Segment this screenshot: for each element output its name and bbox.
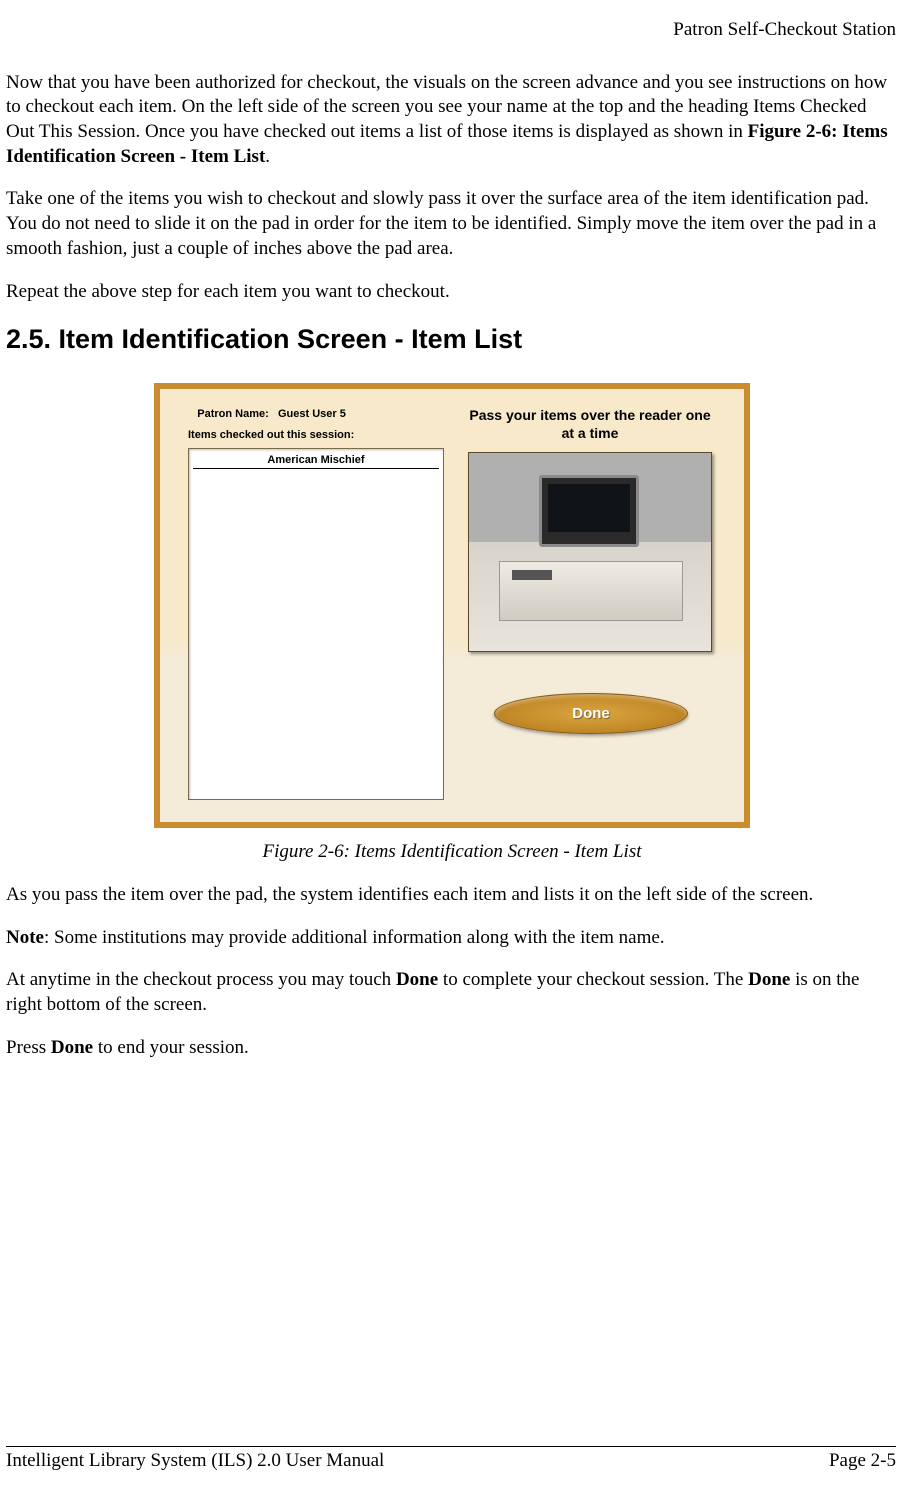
done-bold-2: Done <box>748 969 790 990</box>
done-button[interactable]: Done <box>494 693 688 734</box>
footer-rule <box>6 1446 896 1447</box>
note-label: Note <box>6 927 44 948</box>
list-item: American Mischief <box>193 453 439 469</box>
patron-name-label: Patron Name: <box>188 407 278 421</box>
done-bold-1: Done <box>396 969 438 990</box>
items-list-box: American Mischief <box>188 448 444 800</box>
section-heading: 2.5. Item Identification Screen - Item L… <box>6 322 898 357</box>
paragraph-press-done: Press Done to end your session. <box>6 1036 898 1061</box>
press-done-c: to end your session. <box>93 1037 249 1058</box>
reader-photo <box>468 452 712 652</box>
footer-right: Page 2-5 <box>829 1449 896 1474</box>
note-text: : Some institutions may provide addition… <box>44 927 665 948</box>
figure-container: Patron Name: Guest User 5 Items checked … <box>6 383 898 865</box>
paragraph-after-figure-1: As you pass the item over the pad, the s… <box>6 883 898 908</box>
reader-instruction: Pass your items over the reader one at a… <box>466 407 714 442</box>
paragraph-intro: Now that you have been authorized for ch… <box>6 71 898 170</box>
reader-slot-icon <box>512 570 552 580</box>
press-done-bold: Done <box>51 1037 93 1058</box>
patron-name-row: Patron Name: Guest User 5 <box>188 407 444 421</box>
monitor-icon <box>539 475 639 547</box>
page-footer: Intelligent Library System (ILS) 2.0 Use… <box>6 1446 896 1474</box>
paragraph-instructions: Take one of the items you wish to checko… <box>6 187 898 261</box>
paragraph-note: Note: Some institutions may provide addi… <box>6 926 898 951</box>
done-info-a: At anytime in the checkout process you m… <box>6 969 396 990</box>
session-label: Items checked out this session: <box>188 428 354 442</box>
done-button-label: Done <box>572 704 610 724</box>
session-label-row: Items checked out this session: <box>188 428 444 442</box>
footer-left: Intelligent Library System (ILS) 2.0 Use… <box>6 1449 384 1474</box>
reader-base-icon <box>499 561 683 621</box>
figure-caption: Figure 2-6: Items Identification Screen … <box>6 840 898 865</box>
page-header-right: Patron Self-Checkout Station <box>6 18 896 43</box>
left-panel: Patron Name: Guest User 5 Items checked … <box>188 407 444 800</box>
press-done-a: Press <box>6 1037 51 1058</box>
figure-screenshot: Patron Name: Guest User 5 Items checked … <box>154 383 750 828</box>
paragraph-repeat: Repeat the above step for each item you … <box>6 280 898 305</box>
done-info-c: to complete your checkout session. The <box>438 969 748 990</box>
paragraph-intro-text-c: . <box>265 146 270 167</box>
paragraph-done-info: At anytime in the checkout process you m… <box>6 968 898 1017</box>
patron-name-value: Guest User 5 <box>278 407 346 421</box>
right-panel: Pass your items over the reader one at a… <box>466 407 714 652</box>
